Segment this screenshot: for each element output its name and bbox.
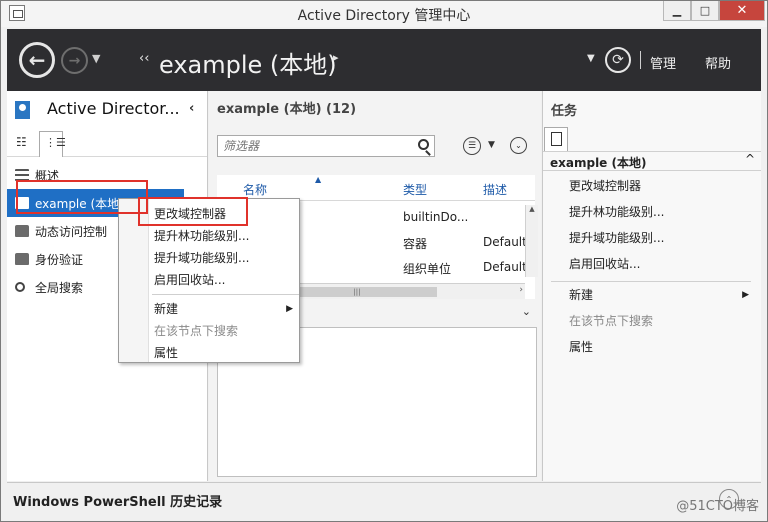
breadcrumb-overflow-icon[interactable]: ‹‹ [139, 51, 149, 66]
powershell-history-bar[interactable]: Windows PowerShell 历史记录 ⌃ [7, 482, 761, 514]
menu-item-search-under-node: 在该节点下搜索 [154, 324, 239, 338]
view-options-icon[interactable]: ☰ [463, 137, 481, 155]
title-bar: Active Directory 管理中心 ▁ □ ✕ [1, 1, 767, 27]
task-change-domain-controller[interactable]: 更改域控制器 [543, 175, 761, 201]
clipboard-icon [551, 132, 562, 146]
active-directory-icon [15, 101, 30, 119]
task-list: 更改域控制器 提升林功能级别... 提升域功能级别... 启用回收站... 新建… [543, 175, 761, 362]
filter-input[interactable] [218, 136, 408, 156]
task-label: 新建 [569, 288, 594, 302]
tasks-title: 任务 [551, 104, 578, 119]
expand-icon[interactable]: ⌄ [510, 137, 527, 154]
history-dropdown-icon[interactable]: ▼ [92, 52, 100, 65]
close-button[interactable]: ✕ [719, 1, 765, 21]
menu-separator [152, 294, 299, 295]
app-window: Active Directory 管理中心 ▁ □ ✕ ← → ▼ ‹‹ exa… [0, 0, 768, 522]
cell-description: Default [483, 235, 525, 249]
list-view-icon[interactable]: ☷ [16, 135, 27, 149]
navigation-pane-header: Active Director... ‹ [7, 91, 207, 127]
filter-box [217, 135, 435, 157]
search-icon [15, 282, 25, 292]
tasks-section-title: example (本地) [550, 156, 647, 170]
submenu-arrow-icon: ▶ [286, 304, 293, 314]
menu-item-new[interactable]: 新建 ▶ [119, 298, 299, 320]
scroll-up-icon[interactable]: ▲ [526, 205, 538, 217]
tasks-pane: 任务 example (本地) ^ 更改域控制器 提升林功能级别... 提升域功… [542, 91, 761, 481]
breadcrumb-dropdown-icon[interactable]: ▼ [587, 53, 595, 64]
scrollbar-thumb[interactable]: ||| [277, 287, 437, 297]
vertical-scrollbar[interactable]: ▲ [525, 205, 538, 277]
cell-description: Default [483, 260, 525, 274]
folder-icon [15, 253, 29, 265]
view-options-dropdown-icon[interactable]: ▼ [488, 140, 495, 150]
tasks-tab[interactable] [544, 127, 568, 151]
chevron-up-icon[interactable]: ^ [745, 152, 755, 166]
column-header-name[interactable]: 名称 [243, 181, 267, 198]
tree-item-label: 身份验证 [35, 252, 84, 267]
tree-view-icon[interactable]: ⋮☰ [39, 131, 66, 157]
breadcrumb-next-icon[interactable]: ▸ [333, 51, 339, 64]
context-menu-items: 更改域控制器 提升林功能级别... 提升域功能级别... 启用回收站... 新建… [119, 203, 299, 364]
collapse-pane-icon[interactable]: ‹ [189, 101, 194, 116]
cell-type: 组织单位 [403, 262, 452, 276]
powershell-history-title: Windows PowerShell 历史记录 [13, 495, 223, 510]
window-controls: ▁ □ ✕ [663, 1, 765, 21]
highlight-menu-item [138, 197, 248, 226]
column-header-type[interactable]: 类型 [403, 181, 427, 198]
task-separator [551, 281, 751, 282]
cell-type: builtinDo... [403, 210, 469, 224]
menu-item-label: 新建 [154, 302, 179, 316]
cell-type: 容器 [403, 237, 428, 251]
menu-item-raise-forest-level[interactable]: 提升林功能级别... [119, 225, 299, 247]
task-raise-forest-level[interactable]: 提升林功能级别... [543, 201, 761, 227]
refresh-icon[interactable]: ⟳ [605, 47, 631, 73]
menu-item-properties[interactable]: 属性 [119, 342, 299, 364]
back-button[interactable]: ← [19, 42, 55, 78]
navigation-pane-title: Active Director... [47, 99, 180, 118]
watermark: @51CTO博客 [676, 499, 759, 514]
navigation-bar: ← → ▼ ‹‹ example (本地) ▸ ▼ ⟳ 管理 帮助 [7, 29, 761, 91]
content-title: example (本地) (12) [217, 102, 357, 117]
task-new[interactable]: 新建 ▶ [543, 284, 761, 310]
nav-separator [640, 51, 641, 69]
task-search-under-node: 在该节点下搜索 [569, 314, 654, 328]
menu-item-raise-domain-level[interactable]: 提升域功能级别... [119, 247, 299, 269]
menu-item-enable-recycle-bin[interactable]: 启用回收站... [119, 269, 299, 291]
tasks-section-header[interactable]: example (本地) ^ [543, 151, 761, 171]
window-title: Active Directory 管理中心 [297, 8, 471, 24]
scroll-right-icon[interactable]: › [519, 285, 523, 295]
sort-ascending-icon: ▲ [315, 175, 322, 184]
preview-collapse-icon[interactable]: ⌄ [522, 305, 531, 318]
submenu-arrow-icon: ▶ [742, 290, 749, 300]
forward-button[interactable]: → [61, 47, 88, 74]
highlight-tree-item [16, 180, 148, 214]
tree-item-label: 动态访问控制 [35, 224, 108, 239]
help-menu[interactable]: 帮助 [705, 53, 731, 72]
folder-icon [15, 225, 29, 237]
view-toggles: ☷ ⋮☰ [7, 131, 207, 157]
column-header-description[interactable]: 描述 [483, 181, 507, 198]
breadcrumb-current[interactable]: example (本地) [159, 45, 337, 80]
task-properties[interactable]: 属性 [543, 336, 761, 362]
maximize-button[interactable]: □ [691, 1, 719, 21]
minimize-button[interactable]: ▁ [663, 1, 691, 21]
manage-menu[interactable]: 管理 [650, 53, 676, 72]
tree-item-label: 全局搜索 [35, 280, 84, 295]
task-enable-recycle-bin[interactable]: 启用回收站... [543, 253, 761, 279]
search-icon[interactable] [418, 139, 429, 150]
task-raise-domain-level[interactable]: 提升域功能级别... [543, 227, 761, 253]
